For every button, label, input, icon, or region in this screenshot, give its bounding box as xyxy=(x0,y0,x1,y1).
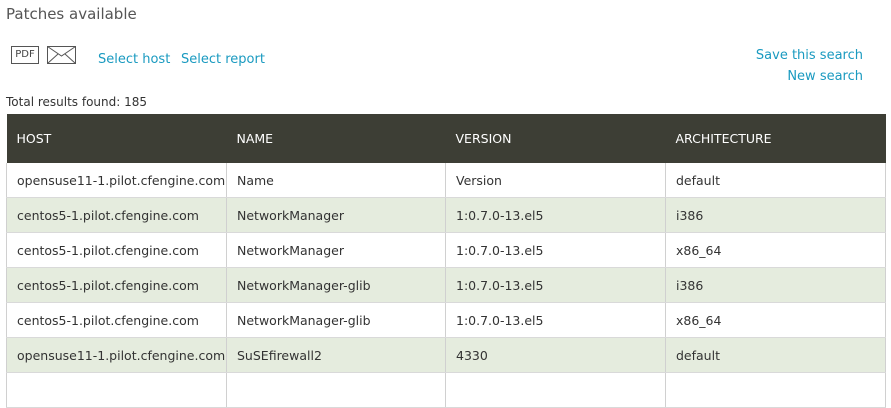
results-table: HOST NAME VERSION ARCHITECTURE opensuse1… xyxy=(6,114,886,408)
cell-version xyxy=(445,372,666,408)
save-search-link[interactable]: Save this search xyxy=(756,48,863,63)
pdf-icon[interactable]: PDF xyxy=(11,46,39,64)
new-search-link[interactable]: New search xyxy=(787,69,863,84)
select-report-link[interactable]: Select report xyxy=(181,52,265,67)
cell-architecture: default xyxy=(665,337,886,373)
cell-name xyxy=(226,372,446,408)
cell-name: Name xyxy=(226,163,446,198)
table-row: centos5-1.pilot.cfengine.com NetworkMana… xyxy=(6,232,886,268)
cell-host: centos5-1.pilot.cfengine.com xyxy=(6,232,227,268)
cell-version: Version xyxy=(445,163,666,198)
cell-host: opensuse11-1.pilot.cfengine.com xyxy=(6,163,227,198)
cell-name: NetworkManager-glib xyxy=(226,302,446,338)
cell-version: 4330 xyxy=(445,337,666,373)
table-row: opensuse11-1.pilot.cfengine.com SuSEfire… xyxy=(6,337,886,373)
cell-version: 1:0.7.0-13.el5 xyxy=(445,267,666,303)
column-header-version[interactable]: VERSION xyxy=(445,114,666,163)
column-header-name[interactable]: NAME xyxy=(226,114,446,163)
mail-icon[interactable] xyxy=(47,46,76,64)
cell-architecture xyxy=(665,372,886,408)
cell-host: centos5-1.pilot.cfengine.com xyxy=(6,302,227,338)
export-toolbar: PDF xyxy=(11,46,76,64)
cell-host xyxy=(6,372,227,408)
table-row: centos5-1.pilot.cfengine.com NetworkMana… xyxy=(6,267,886,303)
cell-host: opensuse11-1.pilot.cfengine.com xyxy=(6,337,227,373)
cell-name: SuSEfirewall2 xyxy=(226,337,446,373)
total-results: Total results found: 185 xyxy=(6,95,148,109)
cell-name: NetworkManager-glib xyxy=(226,267,446,303)
cell-version: 1:0.7.0-13.el5 xyxy=(445,232,666,268)
cell-version: 1:0.7.0-13.el5 xyxy=(445,302,666,338)
cell-name: NetworkManager xyxy=(226,197,446,233)
cell-host: centos5-1.pilot.cfengine.com xyxy=(6,267,227,303)
cell-architecture: x86_64 xyxy=(665,232,886,268)
select-host-link[interactable]: Select host xyxy=(98,52,170,67)
page-title: Patches available xyxy=(6,5,137,23)
table-row: centos5-1.pilot.cfengine.com NetworkMana… xyxy=(6,302,886,338)
column-header-host[interactable]: HOST xyxy=(6,114,227,163)
cell-version: 1:0.7.0-13.el5 xyxy=(445,197,666,233)
cell-architecture: default xyxy=(665,163,886,198)
table-row: centos5-1.pilot.cfengine.com NetworkMana… xyxy=(6,197,886,233)
cell-name: NetworkManager xyxy=(226,232,446,268)
table-row: opensuse11-1.pilot.cfengine.com Name Ver… xyxy=(6,163,886,198)
table-header-row: HOST NAME VERSION ARCHITECTURE xyxy=(6,114,886,163)
column-header-architecture[interactable]: ARCHITECTURE xyxy=(665,114,886,163)
cell-architecture: i386 xyxy=(665,267,886,303)
cell-host: centos5-1.pilot.cfengine.com xyxy=(6,197,227,233)
cell-architecture: i386 xyxy=(665,197,886,233)
table-row xyxy=(6,372,886,408)
cell-architecture: x86_64 xyxy=(665,302,886,338)
